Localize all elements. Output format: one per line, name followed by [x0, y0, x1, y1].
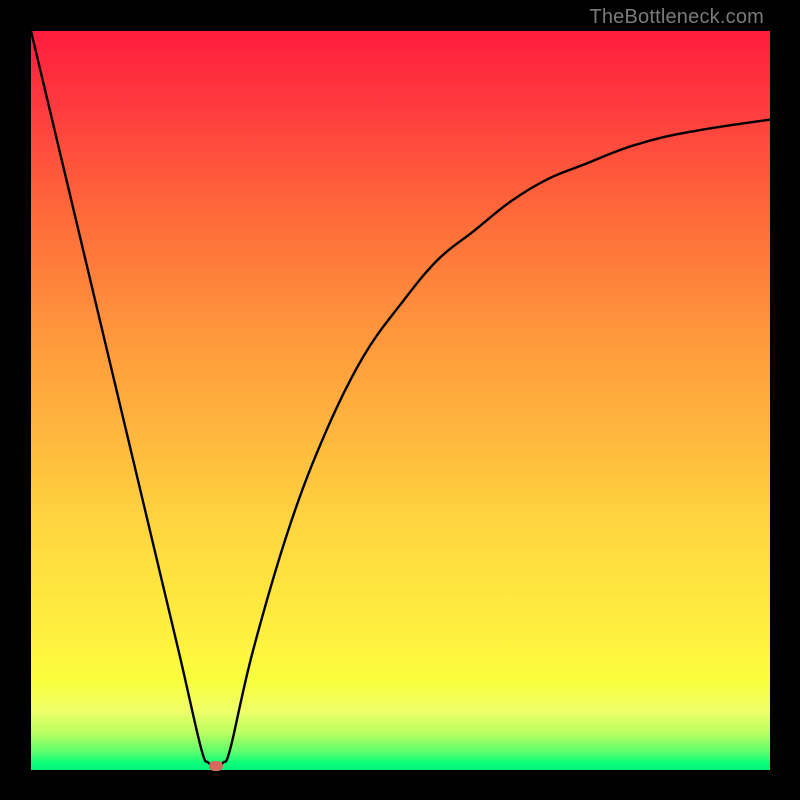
bottleneck-curve — [31, 31, 770, 770]
chart-frame: TheBottleneck.com — [0, 0, 800, 800]
optimal-point-marker — [209, 761, 223, 771]
plot-area — [31, 31, 770, 770]
attribution-text: TheBottleneck.com — [589, 6, 764, 29]
